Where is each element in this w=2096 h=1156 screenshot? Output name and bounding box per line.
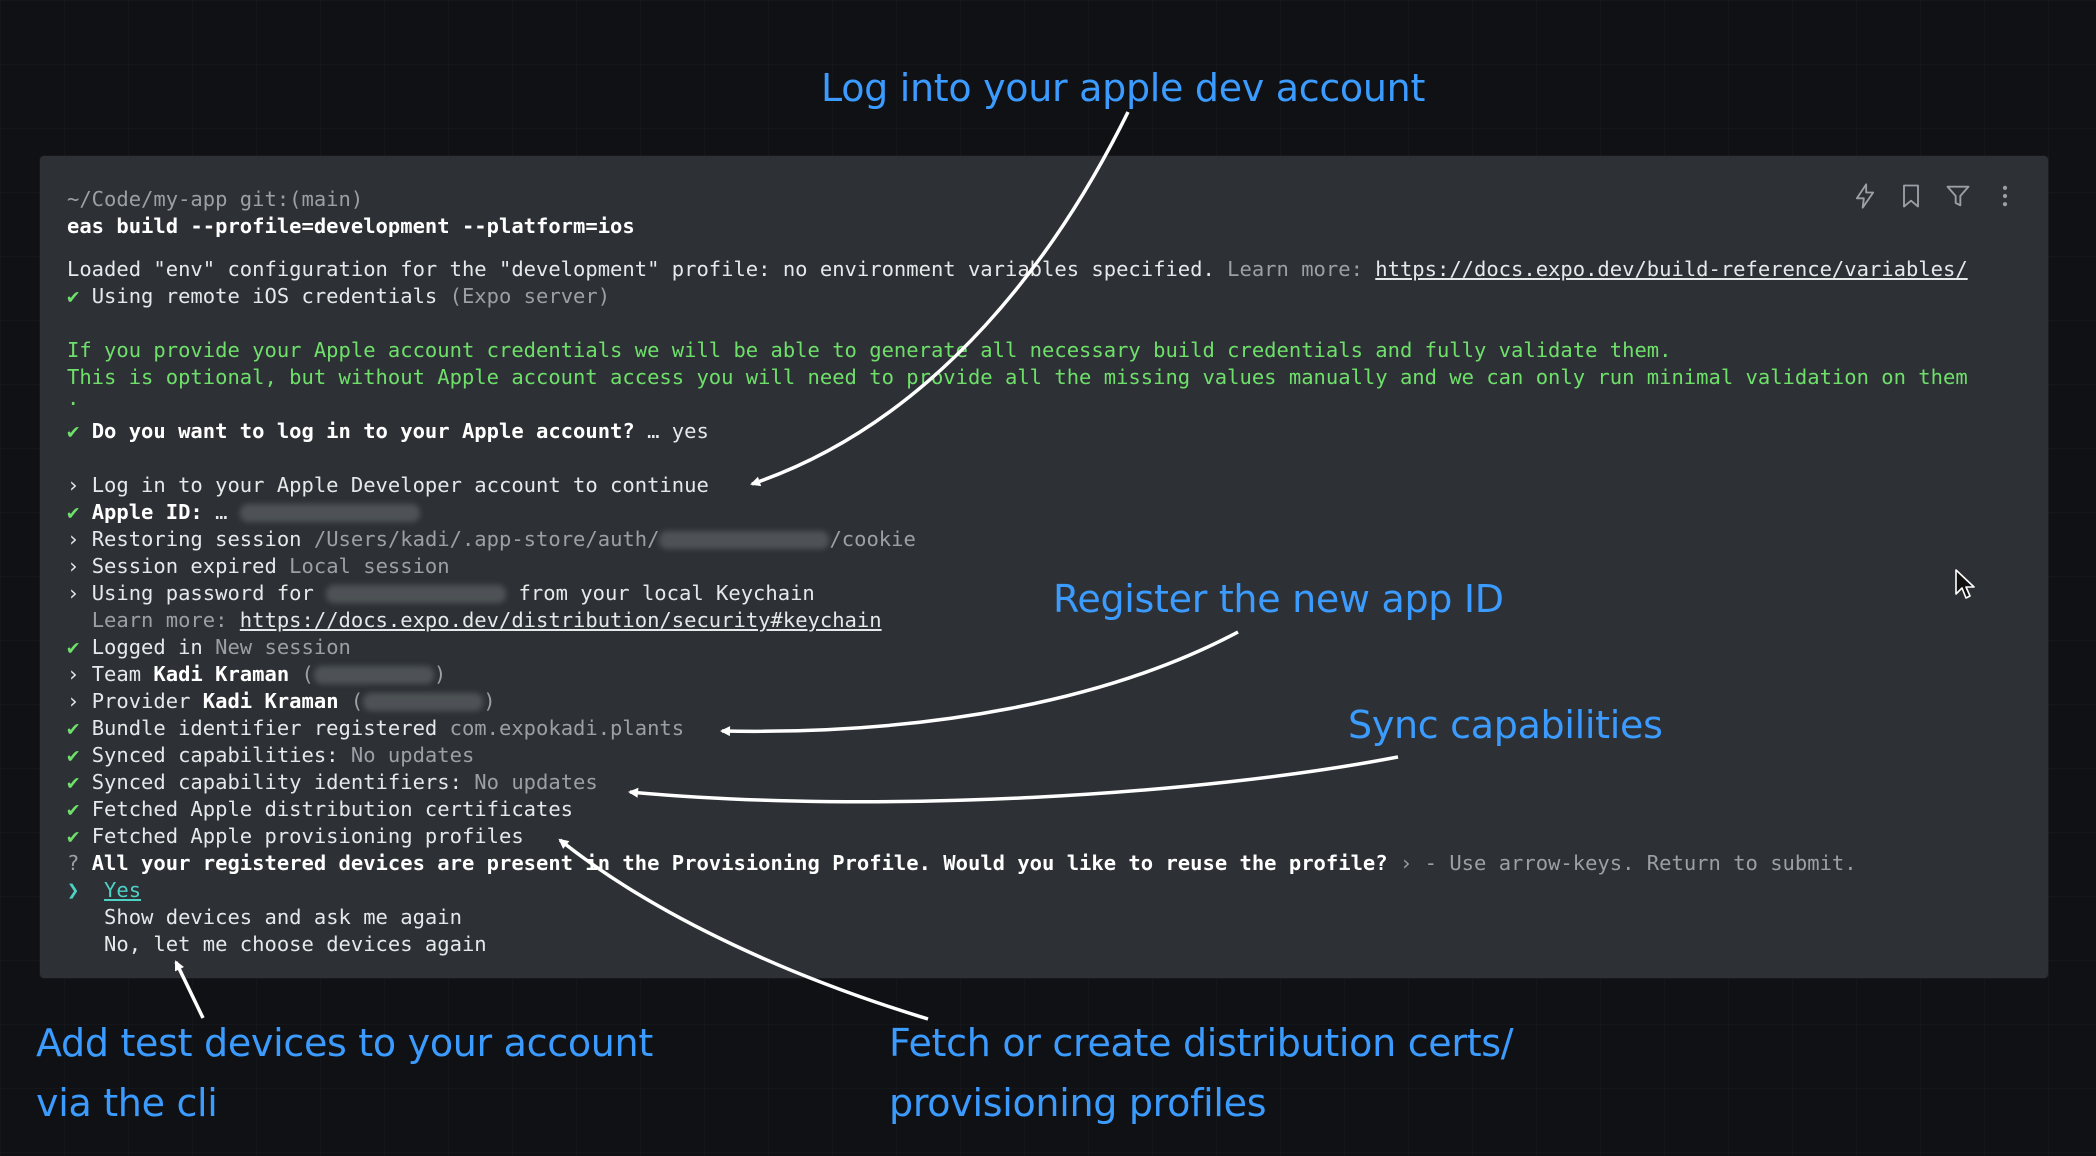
arrow-sync [628,755,1399,804]
annotation-arrows [174,111,1399,1021]
arrow-register [720,630,1239,737]
arrow-certs [558,838,929,1021]
arrow-devices [174,960,205,1019]
arrow-login [750,111,1130,487]
mouse-cursor-icon [1955,569,1975,599]
